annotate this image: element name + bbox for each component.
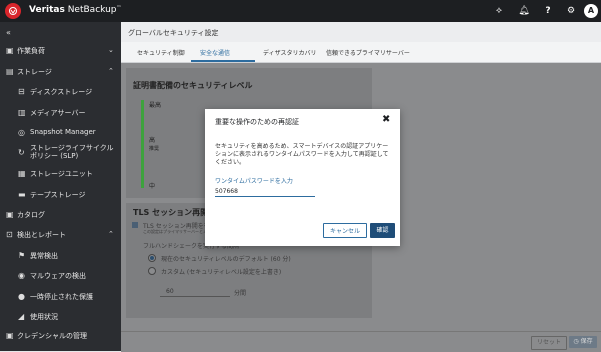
save-icon: ◷ [573,338,581,345]
tab-security-controls[interactable]: セキュリティ制御 [137,48,185,57]
briefcase-icon: ▣ [6,46,14,55]
flag-icon: ⚑ [18,251,26,260]
chevron-up-icon: ⌃ [108,230,114,238]
level-recommended: 推奨 [149,146,160,152]
radio-custom-label: カスタム (セキュリティレベル設定を上書き) [161,269,282,276]
media-server-icon: ▥ [18,108,26,117]
storage-unit-icon: ▦ [18,169,26,178]
user-avatar[interactable]: A [584,4,598,18]
radio-default-label: 現在のセキュリティレベルのデフォルト (60 分) [161,256,291,263]
reset-button[interactable]: リセット [531,336,567,350]
tab-trusted-primary-servers[interactable]: 信頼できるプライマリサーバー [326,48,410,57]
product-name: Veritas NetBackup™ [29,5,122,15]
sidebar: « ▣ 作業負荷 ⌄ ▤ ストレージ ⌃ ⊟ ディスクストレージ ▥ メディアサ… [0,22,121,351]
disk-icon: ⊟ [18,87,25,96]
pause-icon: ● [18,292,25,301]
dialog-title: 重要な操作のための再認証 [215,118,299,126]
tab-bar: セキュリティ制御 安全な通信 ディザスタリカバリ 信頼できるプライマリサーバー [121,42,601,63]
page-footer: リセット ◷ 保存 [121,331,601,352]
custom-interval-input[interactable]: 60 [160,286,230,297]
activity-icon[interactable]: ⟡ [492,4,506,18]
top-bar: Veritas NetBackup™ ⟡ 🔔︎ ? ⚙ A [0,0,601,22]
help-icon[interactable]: ? [541,4,555,18]
dialog-description: セキュリティを高めるため、スマートデバイスの認証アプリケーションに表示されるワン… [215,143,389,166]
bell-icon[interactable]: 🔔︎ [517,4,531,18]
level-high[interactable]: 高 [149,135,155,144]
tab-disaster-recovery[interactable]: ディザスタリカバリ [263,48,317,57]
report-icon: ⊡ [6,230,13,239]
radio-default-interval[interactable] [148,254,156,262]
otp-label: ワンタイムパスワードを入力 [215,178,293,185]
security-level-slider[interactable] [141,100,144,188]
close-icon[interactable]: ✖ [382,114,390,125]
veritas-logo-icon [5,3,21,19]
tls-resume-checkbox[interactable] [132,222,138,228]
chart-icon: ◢ [18,312,25,321]
cert-card-title: 証明書配備のセキュリティレベル [133,81,253,90]
page-header: グローバルセキュリティ設定 [121,22,601,42]
catalog-icon: ▣ [6,210,14,219]
storage-icon: ▤ [6,67,14,76]
snapshot-icon: ◎ [18,128,25,137]
save-button[interactable]: ◷ 保存 [569,336,597,348]
credential-icon: ▣ [6,331,14,340]
gear-icon[interactable]: ⚙ [564,4,578,18]
tape-icon: ▬ [18,190,26,199]
confirm-button[interactable]: 確認 [370,223,395,238]
tab-secure-communication[interactable]: 安全な通信 [200,48,230,57]
active-tab-indicator [191,60,255,62]
malware-icon: ◉ [18,271,25,280]
level-highest[interactable]: 最高 [149,100,161,109]
interval-unit: 分間 [234,290,247,297]
lifecycle-icon: ↻ [18,148,25,157]
radio-custom-interval[interactable] [148,267,156,275]
page-title: グローバルセキュリティ設定 [128,29,219,37]
collapse-icon: « [6,28,11,37]
tls-card-title: TLS セッション再開 [133,208,209,217]
chevron-up-icon: ⌃ [108,67,114,75]
level-medium[interactable]: 中 [149,181,155,190]
reauth-dialog: 重要な操作のための再認証 ✖ セキュリティを高めるため、スマートデバイスの認証ア… [205,109,400,246]
otp-input[interactable] [215,187,315,197]
cancel-button[interactable]: キャンセル [323,223,367,238]
chevron-down-icon: ⌄ [108,46,114,54]
